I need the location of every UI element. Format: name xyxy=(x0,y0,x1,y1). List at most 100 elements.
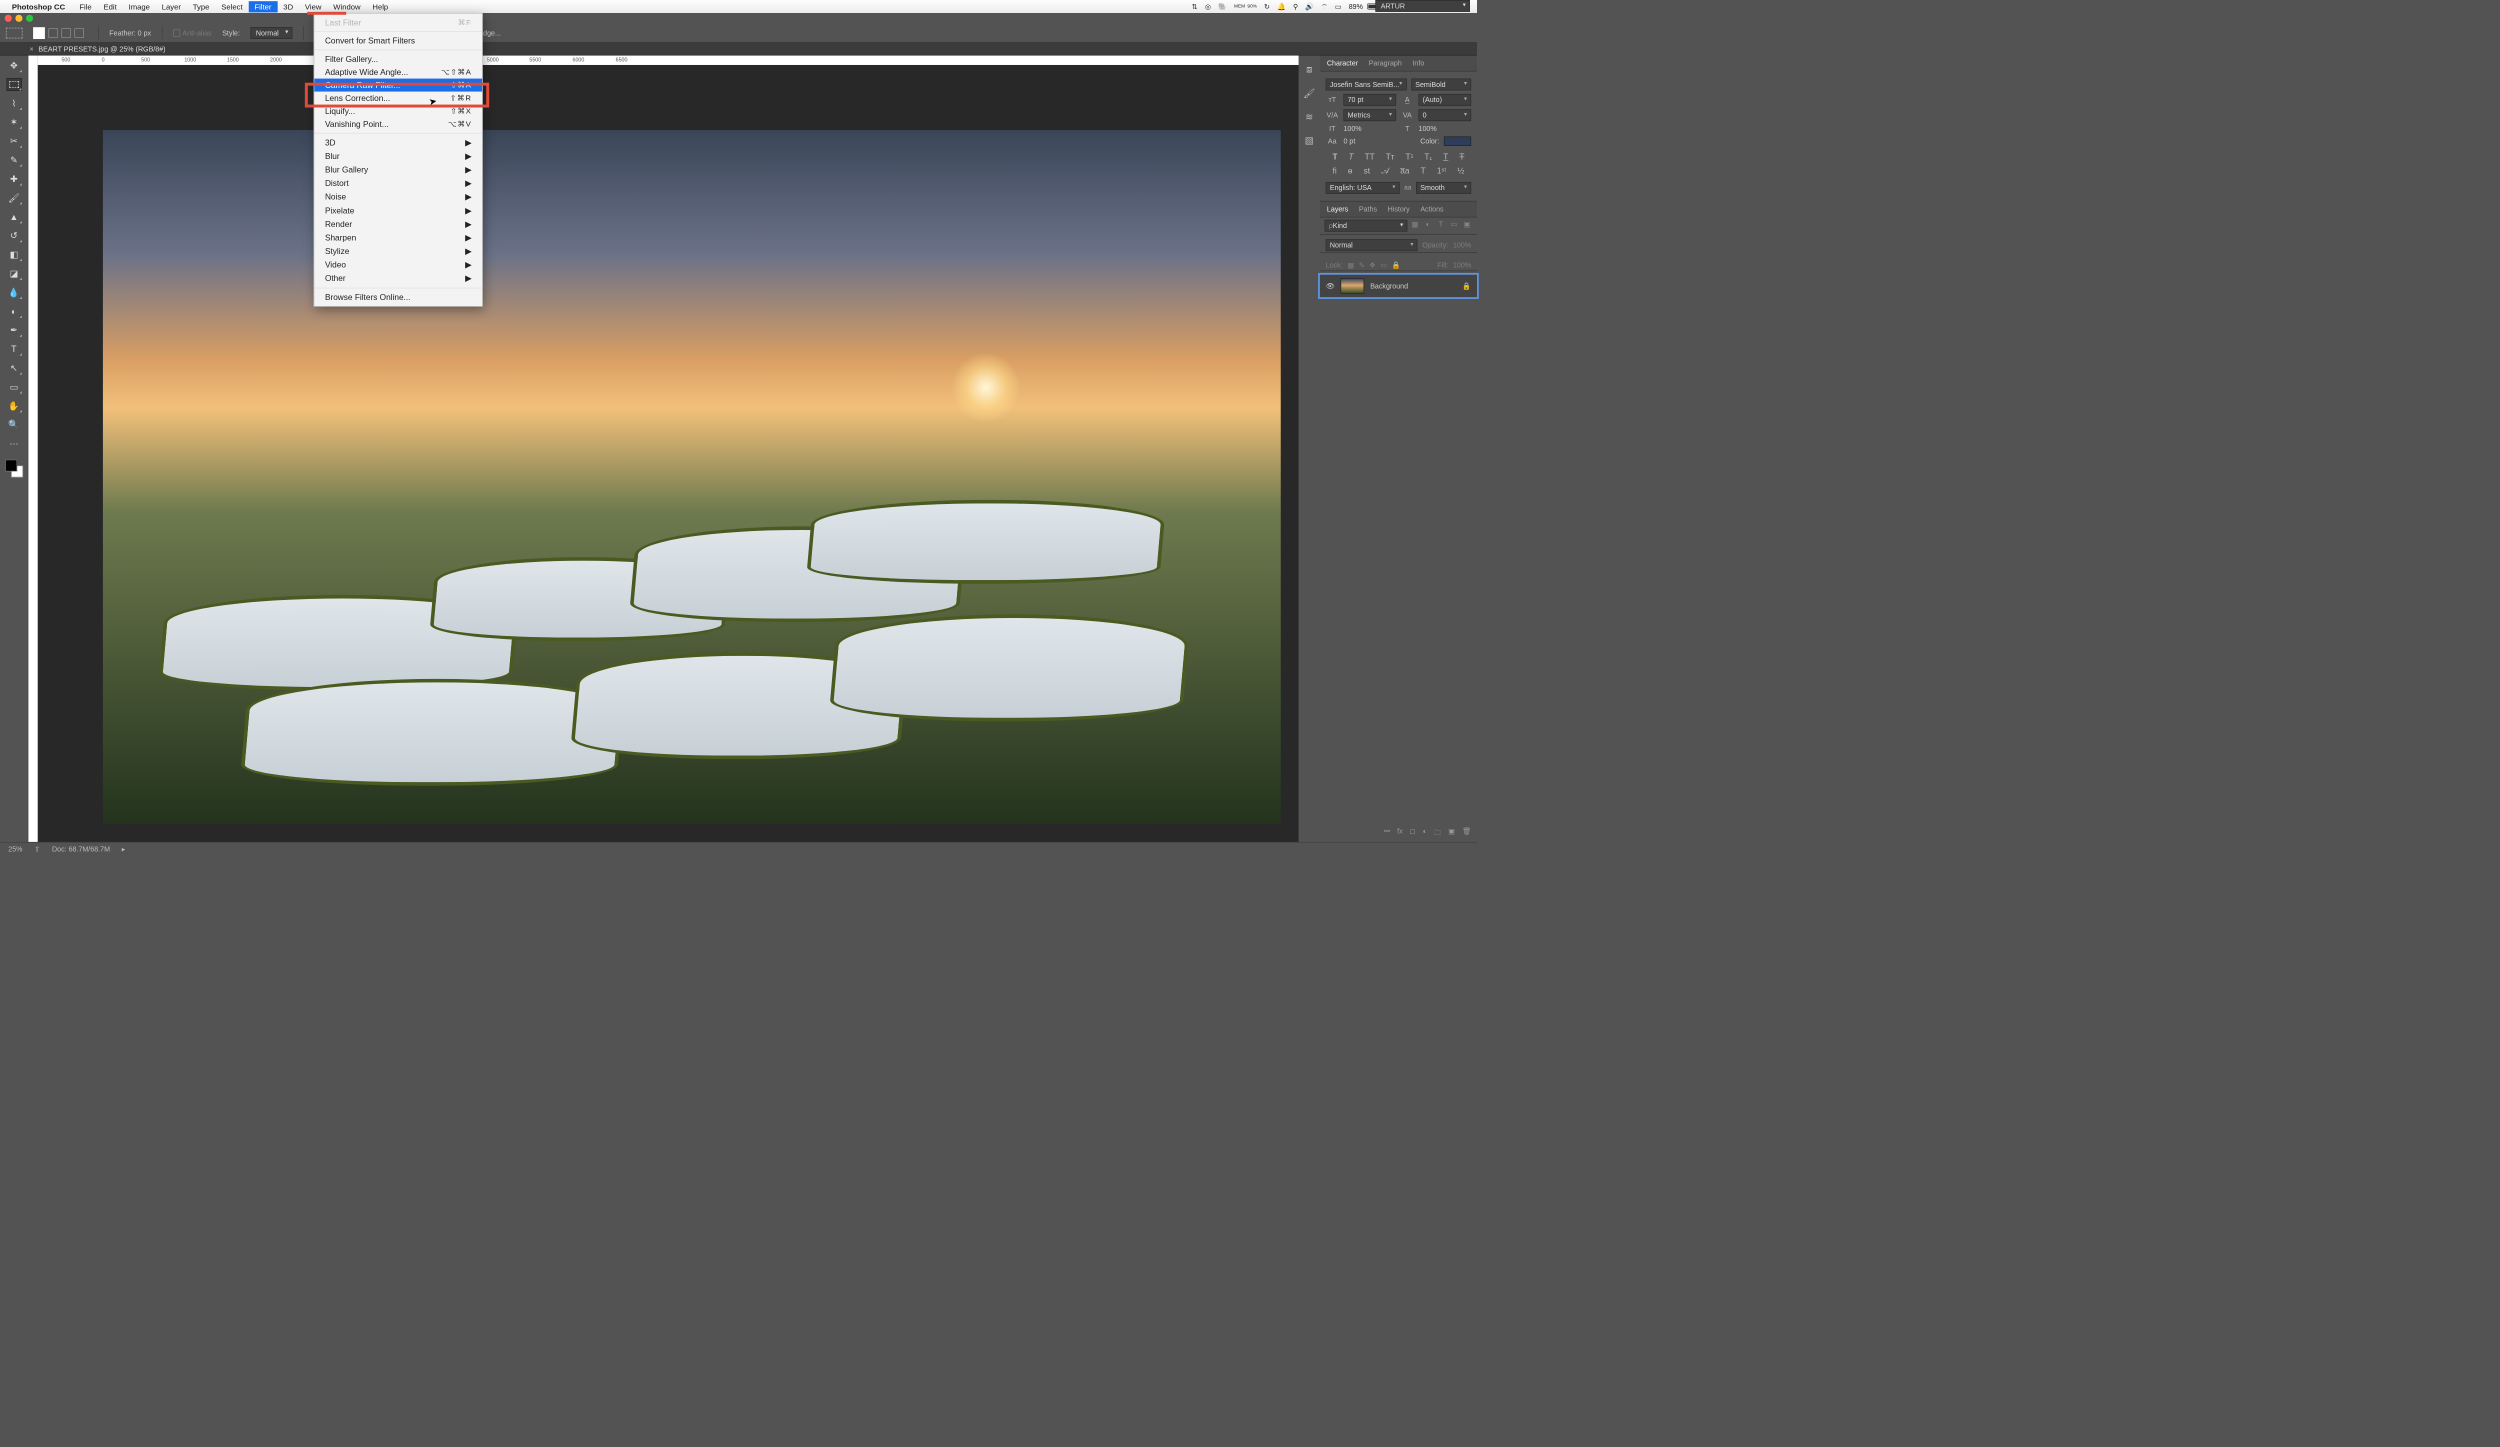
visibility-icon[interactable]: 👁 xyxy=(1326,282,1335,290)
mi-stylize[interactable]: Stylize▶ xyxy=(314,245,482,259)
lock-all-icon[interactable]: 🔒 xyxy=(1392,261,1401,269)
mi-vanishing-point[interactable]: Vanishing Point...⌥⌘V xyxy=(314,118,482,131)
group-icon[interactable]: 🗀 xyxy=(1434,827,1441,839)
mi-lens-correction[interactable]: Lens Correction...⇧⌘R xyxy=(314,92,482,105)
creative-cloud-icon[interactable]: ◎ xyxy=(1205,2,1211,10)
current-tool-icon[interactable] xyxy=(6,27,23,38)
tool-lasso[interactable]: ⌇ xyxy=(6,97,21,110)
zoom-level[interactable]: 25% xyxy=(8,845,22,853)
tool-path-select[interactable]: ↖ xyxy=(6,362,21,375)
sync-icon[interactable]: ↻ xyxy=(1264,2,1270,10)
close-window-icon[interactable] xyxy=(5,15,12,22)
mi-blur[interactable]: Blur▶ xyxy=(314,149,482,163)
tool-crop[interactable]: ✂ xyxy=(6,135,21,148)
share-icon[interactable]: ⇪ xyxy=(34,845,40,853)
adjustments-icon[interactable]: ≋ xyxy=(1305,111,1313,123)
mi-render[interactable]: Render▶ xyxy=(314,217,482,231)
menu-file[interactable]: File xyxy=(73,1,97,12)
ordinals-icon[interactable]: 1ˢᵗ xyxy=(1437,166,1446,176)
mi-liquify[interactable]: Liquify...⇧⌘X xyxy=(314,105,482,118)
baseline-value[interactable]: 0 pt xyxy=(1343,137,1415,145)
mi-adaptive-wide-angle[interactable]: Adaptive Wide Angle...⌥⇧⌘A xyxy=(314,66,482,79)
fill-value[interactable]: 100% xyxy=(1453,261,1471,269)
menu-layer[interactable]: Layer xyxy=(156,1,187,12)
titling-icon[interactable]: T xyxy=(1421,166,1426,176)
mi-sharpen[interactable]: Sharpen▶ xyxy=(314,231,482,245)
language-dropdown[interactable]: English: USA xyxy=(1326,182,1400,194)
tab-character[interactable]: Character xyxy=(1326,58,1359,69)
mi-distort[interactable]: Distort▶ xyxy=(314,177,482,191)
font-weight-dropdown[interactable]: SemiBold xyxy=(1411,79,1471,91)
close-document-icon[interactable]: × xyxy=(30,45,34,53)
tool-eyedropper[interactable]: ✎ xyxy=(6,154,21,167)
swash-icon[interactable]: 𝒜 xyxy=(1381,166,1389,176)
mi-pixelate[interactable]: Pixelate▶ xyxy=(314,204,482,218)
mi-filter-gallery[interactable]: Filter Gallery... xyxy=(314,53,482,66)
discretionary-icon[interactable]: st xyxy=(1364,166,1370,176)
bold-icon[interactable]: T xyxy=(1332,152,1337,161)
tool-stamp[interactable]: ▲ xyxy=(6,210,21,223)
styles-icon[interactable]: ▧ xyxy=(1305,135,1314,147)
superscript-icon[interactable]: T¹ xyxy=(1406,152,1414,161)
leading-dropdown[interactable]: (Auto) xyxy=(1419,94,1472,106)
volume-icon[interactable]: 🔊 xyxy=(1305,2,1314,10)
doc-info[interactable]: Doc: 68.7M/68.7M xyxy=(52,845,110,853)
tool-marquee[interactable] xyxy=(6,78,21,91)
smallcaps-icon[interactable]: Tᴛ xyxy=(1386,152,1395,161)
doc-info-arrow-icon[interactable]: ▸ xyxy=(122,845,126,853)
menu-image[interactable]: Image xyxy=(123,1,156,12)
color-swatch[interactable] xyxy=(1444,136,1471,145)
mi-video[interactable]: Video▶ xyxy=(314,258,482,272)
libraries-icon[interactable]: ⧈ xyxy=(1306,65,1312,76)
opacity-value[interactable]: 100% xyxy=(1453,241,1471,249)
vscale-value[interactable]: 100% xyxy=(1343,125,1396,133)
filter-shape-icon[interactable]: ▭ xyxy=(1449,220,1460,232)
contextual-icon[interactable]: ɵ xyxy=(1348,166,1353,176)
antialias-dropdown[interactable]: Smooth xyxy=(1416,182,1471,194)
menu-edit[interactable]: Edit xyxy=(98,1,123,12)
layer-style-icon[interactable]: fx xyxy=(1397,827,1403,839)
mi-blur-gallery[interactable]: Blur Gallery▶ xyxy=(314,163,482,177)
tool-gradient[interactable]: ◪ xyxy=(6,267,21,280)
kerning-dropdown[interactable]: Metrics xyxy=(1343,109,1396,121)
adjustment-layer-icon[interactable]: ◐ xyxy=(1423,827,1427,839)
new-layer-icon[interactable]: ▣ xyxy=(1448,827,1455,839)
mi-3d[interactable]: 3D▶ xyxy=(314,136,482,150)
layer-mask-icon[interactable]: ◻ xyxy=(1410,827,1416,839)
feather-value[interactable]: 0 px xyxy=(138,29,151,37)
tab-actions[interactable]: Actions xyxy=(1419,204,1445,215)
link-layers-icon[interactable]: ⚯ xyxy=(1384,827,1390,839)
tool-edit-toolbar[interactable]: ⋯ xyxy=(6,437,21,450)
bluetooth-icon[interactable]: ⚲ xyxy=(1293,2,1298,10)
selection-new-icon[interactable] xyxy=(33,27,45,39)
ligatures-icon[interactable]: fi xyxy=(1333,166,1337,176)
tab-paragraph[interactable]: Paragraph xyxy=(1368,58,1403,69)
filter-smart-icon[interactable]: ▣ xyxy=(1462,220,1473,232)
mi-camera-raw-filter[interactable]: Camera Raw Filter...⇧⌘A xyxy=(314,79,482,92)
display-icon[interactable]: ▭ xyxy=(1335,2,1342,10)
italic-icon[interactable]: T xyxy=(1349,152,1354,161)
tool-type[interactable]: T xyxy=(6,343,21,356)
mi-browse-filters-online[interactable]: Browse Filters Online... xyxy=(314,291,482,304)
menu-view[interactable]: View xyxy=(299,1,327,12)
canvas-area[interactable] xyxy=(38,65,1299,842)
style-dropdown[interactable]: Normal xyxy=(251,27,293,39)
subscript-icon[interactable]: T₁ xyxy=(1424,152,1432,161)
evernote-icon[interactable]: 🐘 xyxy=(1218,2,1227,10)
zoom-window-icon[interactable] xyxy=(26,15,33,22)
tool-dodge[interactable]: ◐ xyxy=(6,305,21,318)
mi-other[interactable]: Other▶ xyxy=(314,272,482,286)
tab-info[interactable]: Info xyxy=(1411,58,1425,69)
tool-quick-select[interactable]: ✶ xyxy=(6,116,21,129)
tab-paths[interactable]: Paths xyxy=(1358,204,1378,215)
layer-name[interactable]: Background xyxy=(1370,282,1408,290)
selection-intersect-icon[interactable] xyxy=(74,28,83,37)
hscale-value[interactable]: 100% xyxy=(1419,125,1472,133)
tool-pen[interactable]: ✒ xyxy=(6,324,21,337)
mi-noise[interactable]: Noise▶ xyxy=(314,190,482,204)
filter-adjust-icon[interactable]: ◐ xyxy=(1423,220,1434,232)
tool-hand[interactable]: ✋ xyxy=(6,399,21,412)
stylistic-icon[interactable]: a̅a xyxy=(1400,166,1409,176)
filter-pixel-icon[interactable]: ▦ xyxy=(1410,220,1421,232)
fractions-icon[interactable]: ½ xyxy=(1457,166,1464,176)
